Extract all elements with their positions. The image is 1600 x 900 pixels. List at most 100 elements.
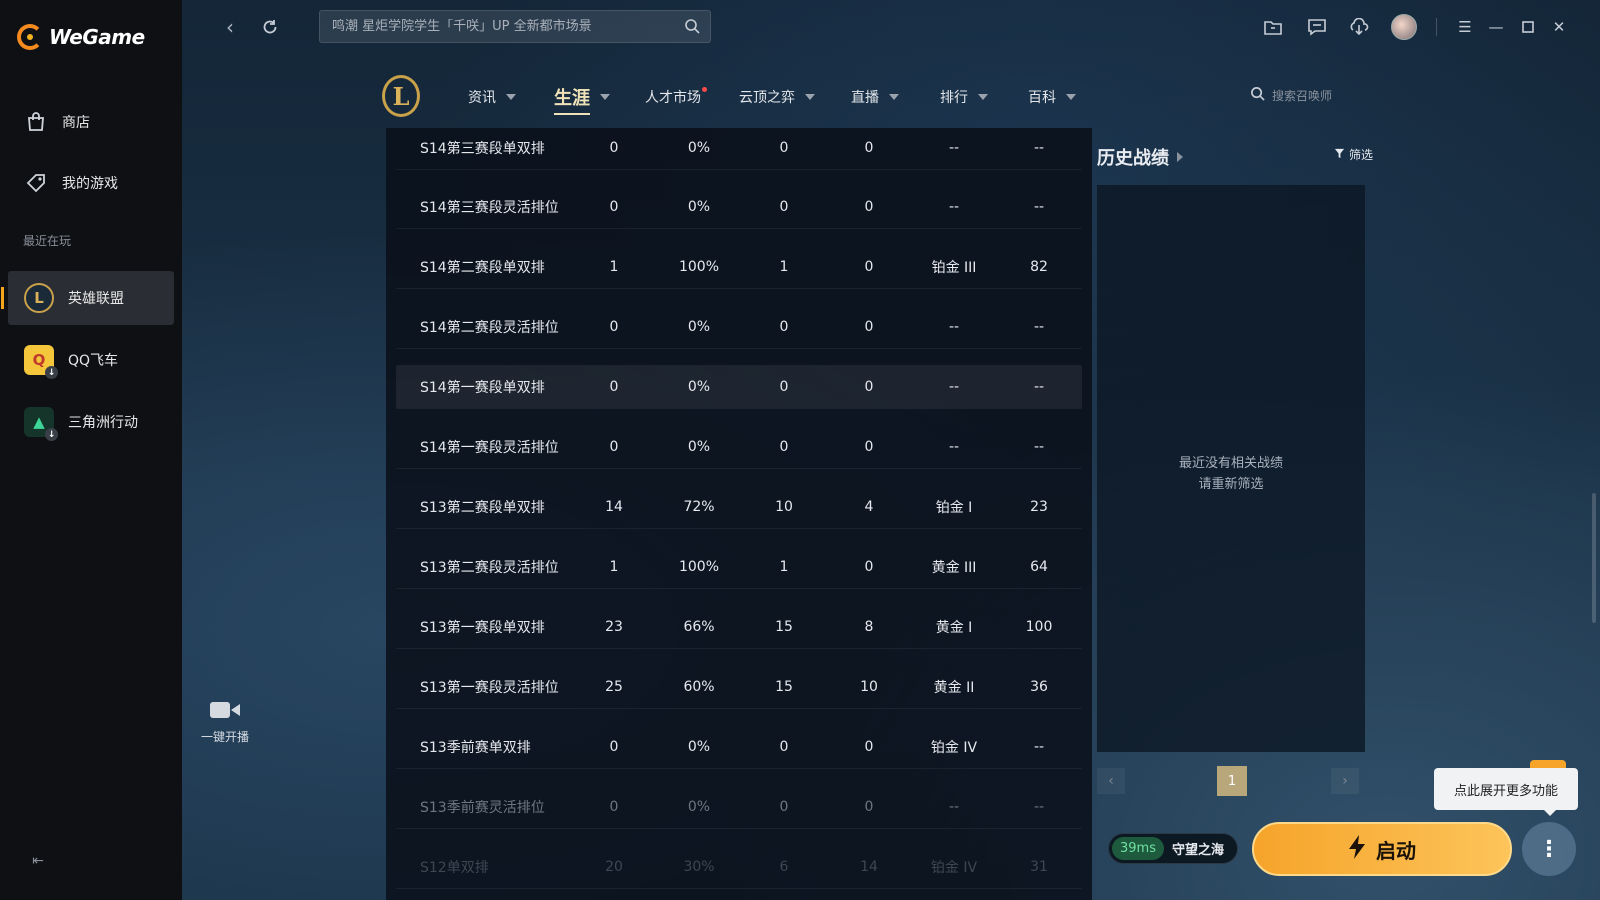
- sidebar-game-qq-speed[interactable]: Q ↓ QQ飞车: [8, 333, 174, 387]
- game-tag-icon: [24, 171, 48, 195]
- back-icon[interactable]: ‹: [218, 15, 242, 39]
- minimize-icon[interactable]: —: [1485, 16, 1507, 38]
- rank-cell: --: [948, 798, 960, 815]
- points-cell: --: [1033, 378, 1045, 395]
- top-bar: ‹ ☰ — ✕: [182, 0, 1600, 54]
- scrollbar[interactable]: [1592, 493, 1596, 623]
- table-row: S14第一赛段灵活排位 0 0% 0 0 -- --: [396, 425, 1082, 469]
- table-row: S13第二赛段灵活排位 1 100% 1 0 黄金 III 64: [396, 545, 1082, 589]
- wins-cell: 1: [779, 558, 789, 575]
- launch-label: 启动: [1376, 838, 1416, 863]
- wegame-logo[interactable]: WeGame: [17, 24, 145, 50]
- games-cell: 25: [605, 678, 623, 695]
- table-row: S14第一赛段单双排 0 0% 0 0 -- --: [396, 365, 1082, 409]
- sidebar-game-label: 三角洲行动: [68, 415, 138, 431]
- close-icon[interactable]: ✕: [1548, 16, 1570, 38]
- download-icon: ↓: [45, 428, 58, 441]
- more-features-tooltip: 点此展开更多功能: [1434, 768, 1578, 816]
- lightning-icon: [1348, 834, 1366, 864]
- collapse-sidebar-icon[interactable]: ⇤: [30, 853, 46, 869]
- message-icon[interactable]: [1306, 16, 1328, 38]
- league-logo-icon[interactable]: L: [382, 75, 420, 117]
- tab-news[interactable]: 资讯: [468, 87, 516, 107]
- season-queue: S14第一赛段灵活排位: [420, 439, 559, 456]
- tab-ranking[interactable]: 排行: [940, 87, 988, 107]
- search-input[interactable]: [332, 19, 672, 34]
- sidebar-game-lol[interactable]: L 英雄联盟: [1, 271, 174, 325]
- one-click-stream-button[interactable]: 一键开播: [190, 700, 260, 745]
- winrate-cell: 30%: [683, 858, 715, 875]
- next-page-icon[interactable]: ›: [1331, 768, 1359, 794]
- table-row: S13季前赛单双排 0 0% 0 0 铂金 IV --: [396, 725, 1082, 769]
- points-cell: 64: [1030, 558, 1048, 575]
- table-row: S13第二赛段单双排 14 72% 10 4 铂金 I 23: [396, 485, 1082, 529]
- losses-cell: 0: [864, 139, 874, 156]
- winrate-cell: 100%: [678, 258, 720, 275]
- points-cell: 36: [1030, 678, 1048, 695]
- maximize-icon[interactable]: [1517, 16, 1539, 38]
- ranked-stats-table: S14第三赛段单双排 0 0% 0 0 -- -- S14第三赛段灵活排位 0 …: [386, 128, 1092, 900]
- refresh-icon[interactable]: [258, 15, 282, 39]
- rank-cell: 黄金 II: [933, 679, 975, 696]
- tab-career[interactable]: 生涯: [554, 84, 610, 115]
- menu-icon[interactable]: ☰: [1454, 16, 1476, 38]
- table-row: S13第一赛段单双排 23 66% 15 8 黄金 I 100: [396, 605, 1082, 649]
- losses-cell: 14: [860, 858, 878, 875]
- tab-talent-market[interactable]: 人才市场: [645, 87, 707, 107]
- stream-label: 一键开播: [200, 730, 249, 744]
- season-queue: S13第二赛段单双排: [420, 499, 545, 516]
- winrate-cell: 0%: [687, 438, 711, 455]
- filter-icon: [1334, 148, 1345, 162]
- sidebar-item-my-games[interactable]: 我的游戏: [8, 156, 174, 210]
- season-queue: S13季前赛单双排: [420, 739, 531, 756]
- winrate-cell: 60%: [683, 678, 715, 695]
- winrate-cell: 0%: [687, 139, 711, 156]
- global-search[interactable]: [319, 10, 711, 43]
- tab-wiki[interactable]: 百科: [1028, 87, 1076, 107]
- sidebar-item-store[interactable]: 商店: [8, 95, 174, 149]
- winrate-cell: 0%: [687, 738, 711, 755]
- prev-page-icon[interactable]: ‹: [1097, 768, 1125, 794]
- losses-cell: 0: [864, 738, 874, 755]
- games-cell: 14: [605, 498, 623, 515]
- pagination: ‹ 1 ›: [1097, 764, 1365, 796]
- empty-state-message: 最近没有相关战绩 请重新筛选: [1097, 453, 1365, 495]
- wins-cell: 0: [779, 438, 789, 455]
- points-cell: --: [1033, 318, 1045, 335]
- summoner-search[interactable]: 搜索召唤师: [1250, 86, 1332, 104]
- sidebar-item-label: 商店: [62, 115, 90, 131]
- match-history-panel: 历史战绩 筛选 最近没有相关战绩 请重新筛选 ‹ 1 ›: [1097, 128, 1373, 808]
- rank-cell: 铂金 IV: [930, 859, 978, 876]
- download-manager-icon[interactable]: [1348, 16, 1370, 38]
- filter-button[interactable]: 筛选: [1334, 146, 1373, 163]
- wins-cell: 15: [775, 678, 793, 695]
- folder-icon[interactable]: [1262, 16, 1284, 38]
- user-avatar[interactable]: [1391, 14, 1417, 40]
- sidebar-game-delta-force[interactable]: ▲ ↓ 三角洲行动: [8, 395, 174, 449]
- tab-live[interactable]: 直播: [851, 87, 899, 107]
- losses-cell: 4: [864, 498, 874, 515]
- chevron-right-icon: [1177, 152, 1183, 162]
- tab-tft[interactable]: 云顶之弈: [739, 87, 815, 107]
- search-icon[interactable]: [684, 18, 700, 38]
- losses-cell: 0: [864, 198, 874, 215]
- table-row: S14第三赛段单双排 0 0% 0 0 -- --: [396, 128, 1082, 170]
- recent-games-label: 最近在玩: [23, 234, 72, 248]
- chevron-down-icon: [978, 94, 988, 100]
- points-cell: --: [1033, 798, 1045, 815]
- tab-label: 百科: [1028, 90, 1056, 106]
- match-history-list: 最近没有相关战绩 请重新筛选: [1097, 185, 1365, 752]
- more-options-icon[interactable]: ⋮: [1522, 822, 1576, 876]
- server-selector[interactable]: 39ms 守望之海: [1108, 833, 1238, 864]
- match-history-title[interactable]: 历史战绩: [1097, 144, 1183, 170]
- game-nav: L 资讯 生涯 人才市场 云顶之弈 直播 排行 百科 搜索召唤师: [382, 72, 1362, 122]
- launch-button[interactable]: 启动: [1252, 822, 1512, 876]
- points-cell: --: [1033, 738, 1045, 755]
- sidebar-game-label: 英雄联盟: [68, 291, 124, 307]
- page-number[interactable]: 1: [1217, 766, 1247, 796]
- rank-cell: --: [948, 378, 960, 395]
- losses-cell: 0: [864, 258, 874, 275]
- games-cell: 0: [609, 798, 619, 815]
- table-row: S13第一赛段灵活排位 25 60% 15 10 黄金 II 36: [396, 665, 1082, 709]
- history-title-text: 历史战绩: [1097, 148, 1169, 169]
